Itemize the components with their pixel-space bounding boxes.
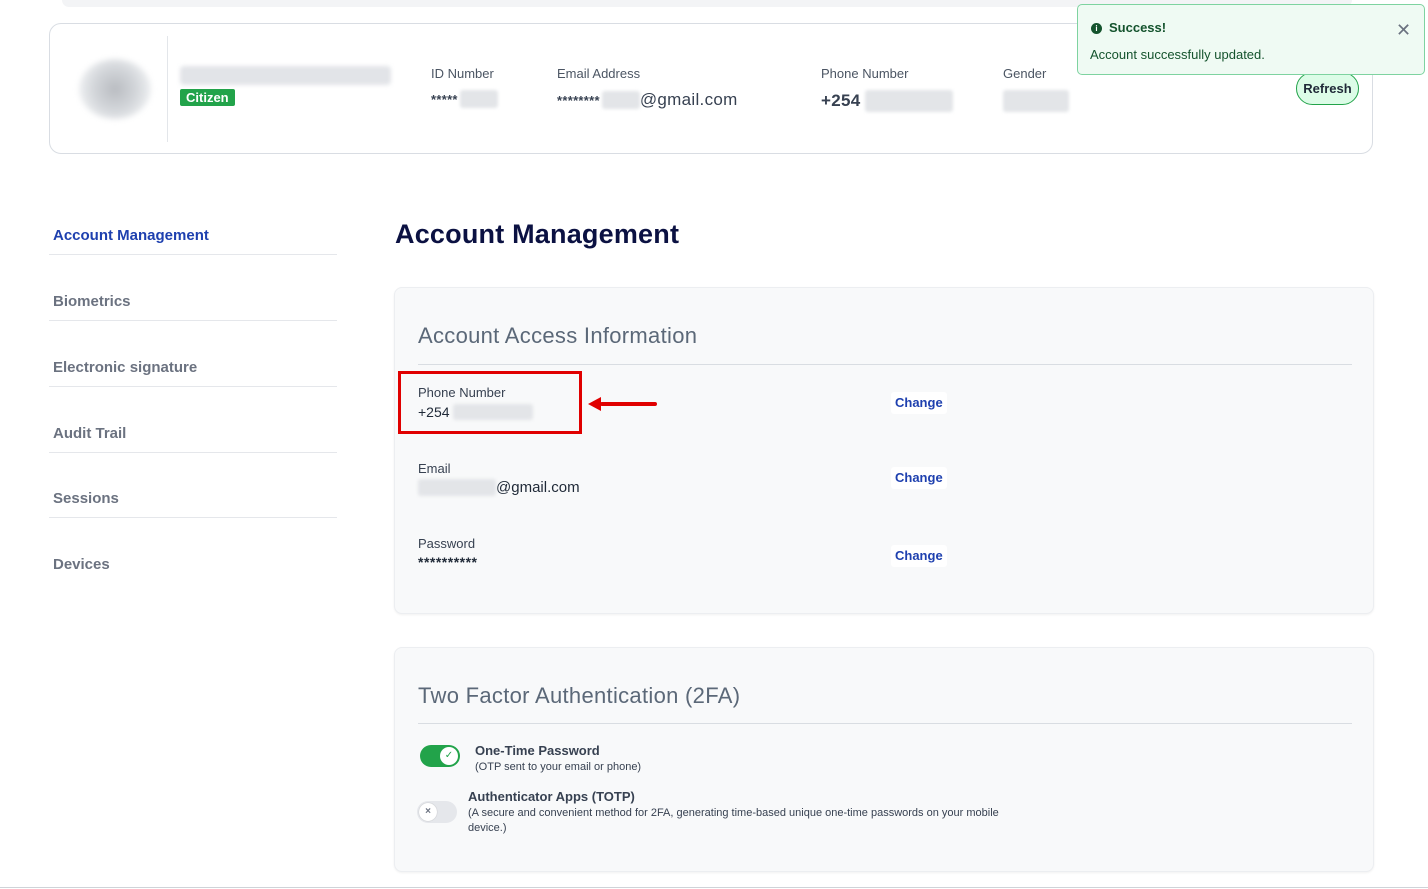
sidebar-item-devices[interactable]: Devices: [49, 556, 337, 584]
email-redacted: [601, 91, 640, 109]
email-value: @gmail.com: [418, 479, 580, 496]
email-field: Email Address ******** @gmail.com: [557, 66, 738, 110]
sidebar-item-sessions[interactable]: Sessions: [49, 490, 337, 518]
totp-title: Authenticator Apps (TOTP): [468, 789, 635, 804]
citizen-badge: Citizen: [180, 89, 235, 106]
avatar: [79, 59, 151, 119]
phone-redacted: [864, 90, 953, 112]
id-number-redacted: [459, 90, 498, 108]
sidebar-item-biometrics[interactable]: Biometrics: [49, 293, 337, 321]
totp-description: (A secure and convenient method for 2FA,…: [468, 807, 999, 834]
toast-message: Account successfully updated.: [1090, 47, 1265, 62]
id-number-field: ID Number *****: [431, 66, 498, 108]
sidebar-item-account-management[interactable]: Account Management: [49, 227, 337, 255]
gender-value: [1003, 90, 1069, 112]
x-icon: ×: [419, 803, 437, 821]
info-circle-icon: i: [1091, 23, 1102, 34]
user-name-redacted: [180, 66, 391, 85]
phone-field: Phone Number +254: [821, 66, 953, 112]
change-email-button[interactable]: Change: [891, 467, 947, 489]
close-icon[interactable]: ✕: [1396, 21, 1411, 39]
otp-description: (OTP sent to your email or phone): [475, 761, 642, 773]
phone-label: Phone Number: [821, 66, 909, 81]
divider: [167, 36, 168, 142]
gender-field: Gender: [1003, 66, 1069, 112]
change-password-button[interactable]: Change: [891, 545, 947, 567]
gender-label: Gender: [1003, 66, 1047, 81]
arrow-line: [600, 402, 657, 406]
success-toast: i Success! Account successfully updated.…: [1077, 4, 1425, 75]
email-value: ******** @gmail.com: [557, 90, 738, 110]
password-label: Password: [418, 536, 476, 551]
email-masked: ********: [557, 92, 600, 108]
bottom-divider: [0, 887, 1428, 888]
gender-redacted: [1003, 90, 1069, 112]
email-label: Email: [418, 461, 451, 476]
account-access-panel: Account Access Information Phone Number …: [394, 287, 1374, 614]
refresh-button[interactable]: Refresh: [1296, 72, 1359, 105]
panel-divider: [418, 723, 1352, 724]
two-factor-title: Two Factor Authentication (2FA): [418, 683, 741, 708]
email-domain: @gmail.com: [496, 479, 580, 496]
id-number-masked: *****: [431, 91, 458, 107]
password-value: **********: [418, 554, 478, 570]
otp-toggle[interactable]: ✓: [420, 745, 460, 767]
email-domain: @gmail.com: [639, 90, 738, 109]
change-phone-button[interactable]: Change: [891, 392, 947, 414]
two-factor-panel: Two Factor Authentication (2FA) ✓ One-Ti…: [394, 647, 1374, 872]
highlight-box: [398, 371, 582, 434]
panel-divider: [418, 364, 1352, 365]
account-access-title: Account Access Information: [418, 323, 698, 348]
id-number-label: ID Number: [431, 66, 494, 81]
totp-toggle[interactable]: ×: [417, 801, 457, 823]
toast-title: Success!: [1109, 20, 1167, 35]
email-label: Email Address: [557, 66, 641, 81]
sidebar-item-electronic-signature[interactable]: Electronic signature: [49, 359, 337, 387]
email-redacted: [418, 479, 496, 496]
phone-value: +254: [821, 90, 953, 112]
page-title: Account Management: [395, 219, 680, 249]
check-icon: ✓: [440, 747, 458, 765]
sidebar-item-audit-trail[interactable]: Audit Trail: [49, 425, 337, 453]
id-number-value: *****: [431, 90, 498, 108]
phone-prefix: +254: [821, 91, 861, 110]
otp-title: One-Time Password: [475, 743, 600, 758]
